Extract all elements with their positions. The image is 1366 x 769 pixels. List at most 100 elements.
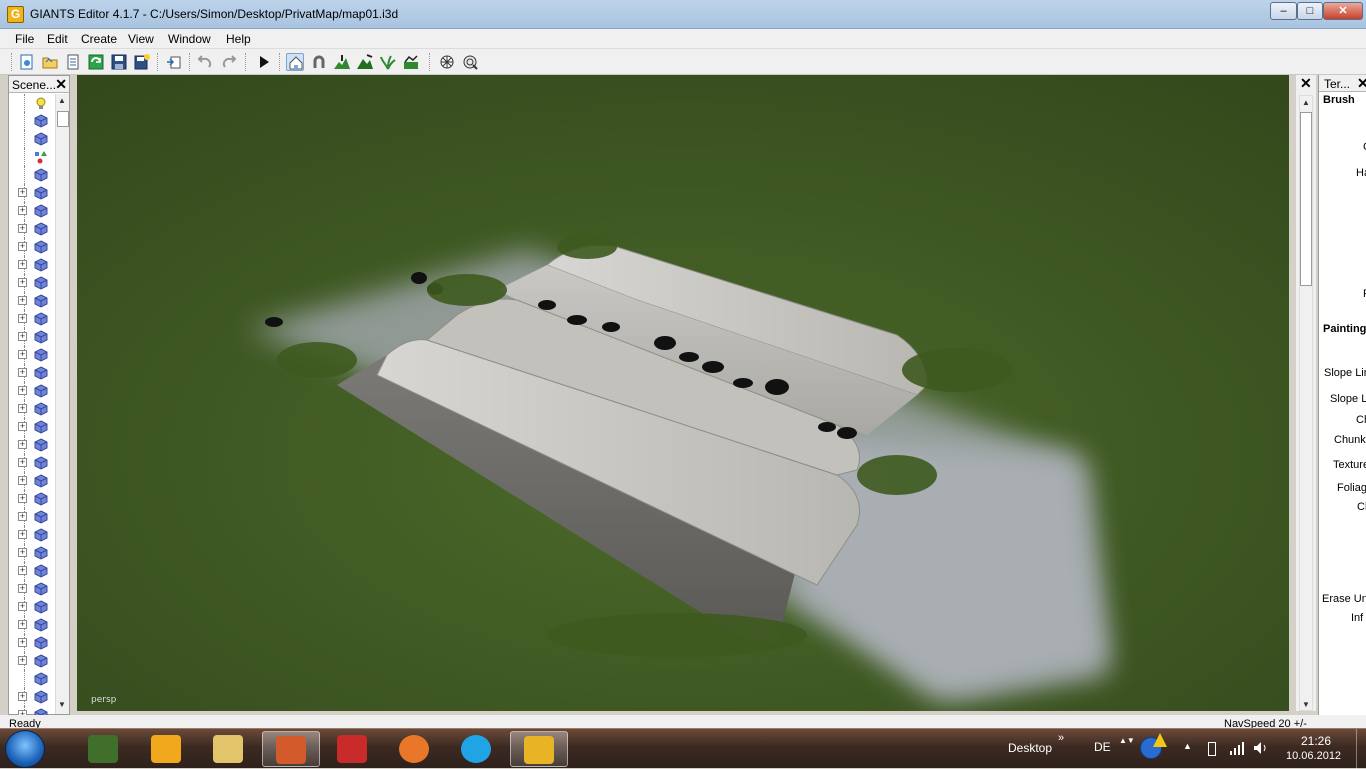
expand-toggle-icon[interactable]: + [18, 386, 27, 395]
battery-icon[interactable] [1208, 742, 1216, 756]
menu-edit[interactable]: Edit [47, 32, 68, 46]
new-scene-icon[interactable] [18, 53, 36, 71]
start-button[interactable] [5, 730, 45, 768]
reload-icon[interactable] [87, 53, 105, 71]
expand-toggle-icon[interactable]: + [18, 530, 27, 539]
taskbar-button[interactable] [262, 731, 320, 767]
scroll-up-arrow-icon[interactable]: ▲ [1302, 98, 1310, 107]
taskbar-button[interactable] [386, 731, 444, 767]
expand-toggle-icon[interactable]: + [18, 314, 27, 323]
volume-icon[interactable] [1253, 741, 1269, 755]
tray-expand-icon[interactable]: ▲ [1183, 741, 1192, 751]
taskbar-button[interactable] [448, 731, 506, 767]
taskbar-button[interactable] [200, 731, 258, 767]
scenegraph-node[interactable]: + [9, 256, 55, 274]
scenegraph-node[interactable]: + [9, 292, 55, 310]
scenegraph-node[interactable]: + [9, 598, 55, 616]
expand-toggle-icon[interactable]: + [18, 602, 27, 611]
expand-toggle-icon[interactable]: + [18, 566, 27, 575]
save-as-icon[interactable] [133, 53, 151, 71]
scenegraph-node[interactable]: + [9, 436, 55, 454]
menu-create[interactable]: Create [81, 32, 117, 46]
taskbar-button[interactable] [510, 731, 568, 767]
language-indicator[interactable]: DE [1094, 740, 1111, 754]
expand-toggle-icon[interactable]: + [18, 638, 27, 647]
terrain-sculpt-icon[interactable] [333, 53, 351, 71]
scenegraph-node[interactable]: + [9, 688, 55, 706]
scenegraph-node[interactable]: + [9, 202, 55, 220]
scenegraph-node[interactable]: + [9, 490, 55, 508]
expand-toggle-icon[interactable]: + [18, 512, 27, 521]
scroll-up-arrow-icon[interactable]: ▲ [58, 96, 66, 105]
expand-toggle-icon[interactable]: + [18, 332, 27, 341]
scenegraph-close-button[interactable]: ✕ [55, 76, 67, 93]
3d-viewport[interactable]: persp [77, 75, 1289, 711]
expand-toggle-icon[interactable]: + [18, 692, 27, 701]
undo-icon[interactable] [196, 53, 214, 71]
expand-toggle-icon[interactable]: + [18, 476, 27, 485]
open-folder-icon[interactable] [41, 53, 59, 71]
scenegraph-node[interactable] [9, 94, 55, 112]
scenegraph-tree[interactable]: +++++++++++++++++++++++++++++++ [9, 94, 55, 760]
expand-toggle-icon[interactable]: + [18, 440, 27, 449]
scenegraph-node[interactable]: + [9, 364, 55, 382]
menu-window[interactable]: Window [168, 32, 211, 46]
expand-toggle-icon[interactable]: + [18, 458, 27, 467]
scenegraph-node[interactable] [9, 130, 55, 148]
scenegraph-node[interactable]: + [9, 346, 55, 364]
viewport-scrollbar[interactable]: ▲ ▼ [1299, 95, 1313, 711]
magnet-tool-icon[interactable] [310, 53, 328, 71]
scenegraph-node[interactable]: + [9, 634, 55, 652]
expand-toggle-icon[interactable]: + [18, 620, 27, 629]
scenegraph-node[interactable]: + [9, 220, 55, 238]
scenegraph-node[interactable]: + [9, 526, 55, 544]
desktop-chevron-icon[interactable]: » [1058, 732, 1064, 744]
scenegraph-node[interactable]: + [9, 382, 55, 400]
redo-icon[interactable] [220, 53, 238, 71]
scenegraph-node[interactable]: + [9, 580, 55, 598]
taskbar-button[interactable] [324, 731, 382, 767]
maximize-button[interactable]: □ [1297, 2, 1323, 20]
show-desktop-button[interactable] [1356, 729, 1366, 769]
scenegraph-node[interactable]: + [9, 652, 55, 670]
expand-toggle-icon[interactable]: + [18, 188, 27, 197]
expand-toggle-icon[interactable]: + [18, 494, 27, 503]
save-icon[interactable] [110, 53, 128, 71]
terrain-paint-icon[interactable] [356, 53, 374, 71]
scenegraph-node[interactable] [9, 148, 55, 166]
scenegraph-node[interactable]: + [9, 616, 55, 634]
scroll-down-arrow-icon[interactable]: ▼ [1302, 700, 1310, 709]
expand-toggle-icon[interactable]: + [18, 404, 27, 413]
desktop-toolbar-label[interactable]: Desktop [1008, 741, 1052, 755]
scenegraph-node[interactable]: + [9, 472, 55, 490]
scenegraph-node[interactable]: + [9, 328, 55, 346]
scenegraph-node[interactable] [9, 670, 55, 688]
menu-help[interactable]: Help [226, 32, 251, 46]
expand-toggle-icon[interactable]: + [18, 350, 27, 359]
import-icon[interactable] [165, 53, 183, 71]
scenegraph-scroll-thumb[interactable] [57, 111, 69, 127]
expand-toggle-icon[interactable]: + [18, 242, 27, 251]
clock-date[interactable]: 10.06.2012 [1286, 750, 1341, 762]
expand-toggle-icon[interactable]: + [18, 548, 27, 557]
expand-toggle-icon[interactable]: + [18, 260, 27, 269]
foliage-paint-icon[interactable] [379, 53, 397, 71]
expand-toggle-icon[interactable]: + [18, 656, 27, 665]
open-file-icon[interactable] [64, 53, 82, 71]
viewport-close-button[interactable]: ✕ [1300, 75, 1312, 92]
scenegraph-node[interactable] [9, 166, 55, 184]
grid-toggle-icon[interactable] [438, 53, 456, 71]
scenegraph-node[interactable]: + [9, 274, 55, 292]
scenegraph-node[interactable]: + [9, 418, 55, 436]
scenegraph-node[interactable]: + [9, 400, 55, 418]
expand-toggle-icon[interactable]: + [18, 422, 27, 431]
title-bar[interactable]: G GIANTS Editor 4.1.7 - C:/Users/Simon/D… [0, 0, 1366, 29]
wireframe-toggle-icon[interactable] [461, 53, 479, 71]
scroll-down-arrow-icon[interactable]: ▼ [58, 700, 66, 709]
expand-toggle-icon[interactable]: + [18, 224, 27, 233]
menu-view[interactable]: View [128, 32, 154, 46]
network-signal-icon[interactable] [1229, 741, 1245, 755]
language-arrow-icon[interactable]: ▲▼ [1119, 736, 1135, 745]
terrain-smooth-icon[interactable] [402, 53, 420, 71]
terrain-panel-close-button[interactable]: ✕ [1357, 75, 1366, 92]
